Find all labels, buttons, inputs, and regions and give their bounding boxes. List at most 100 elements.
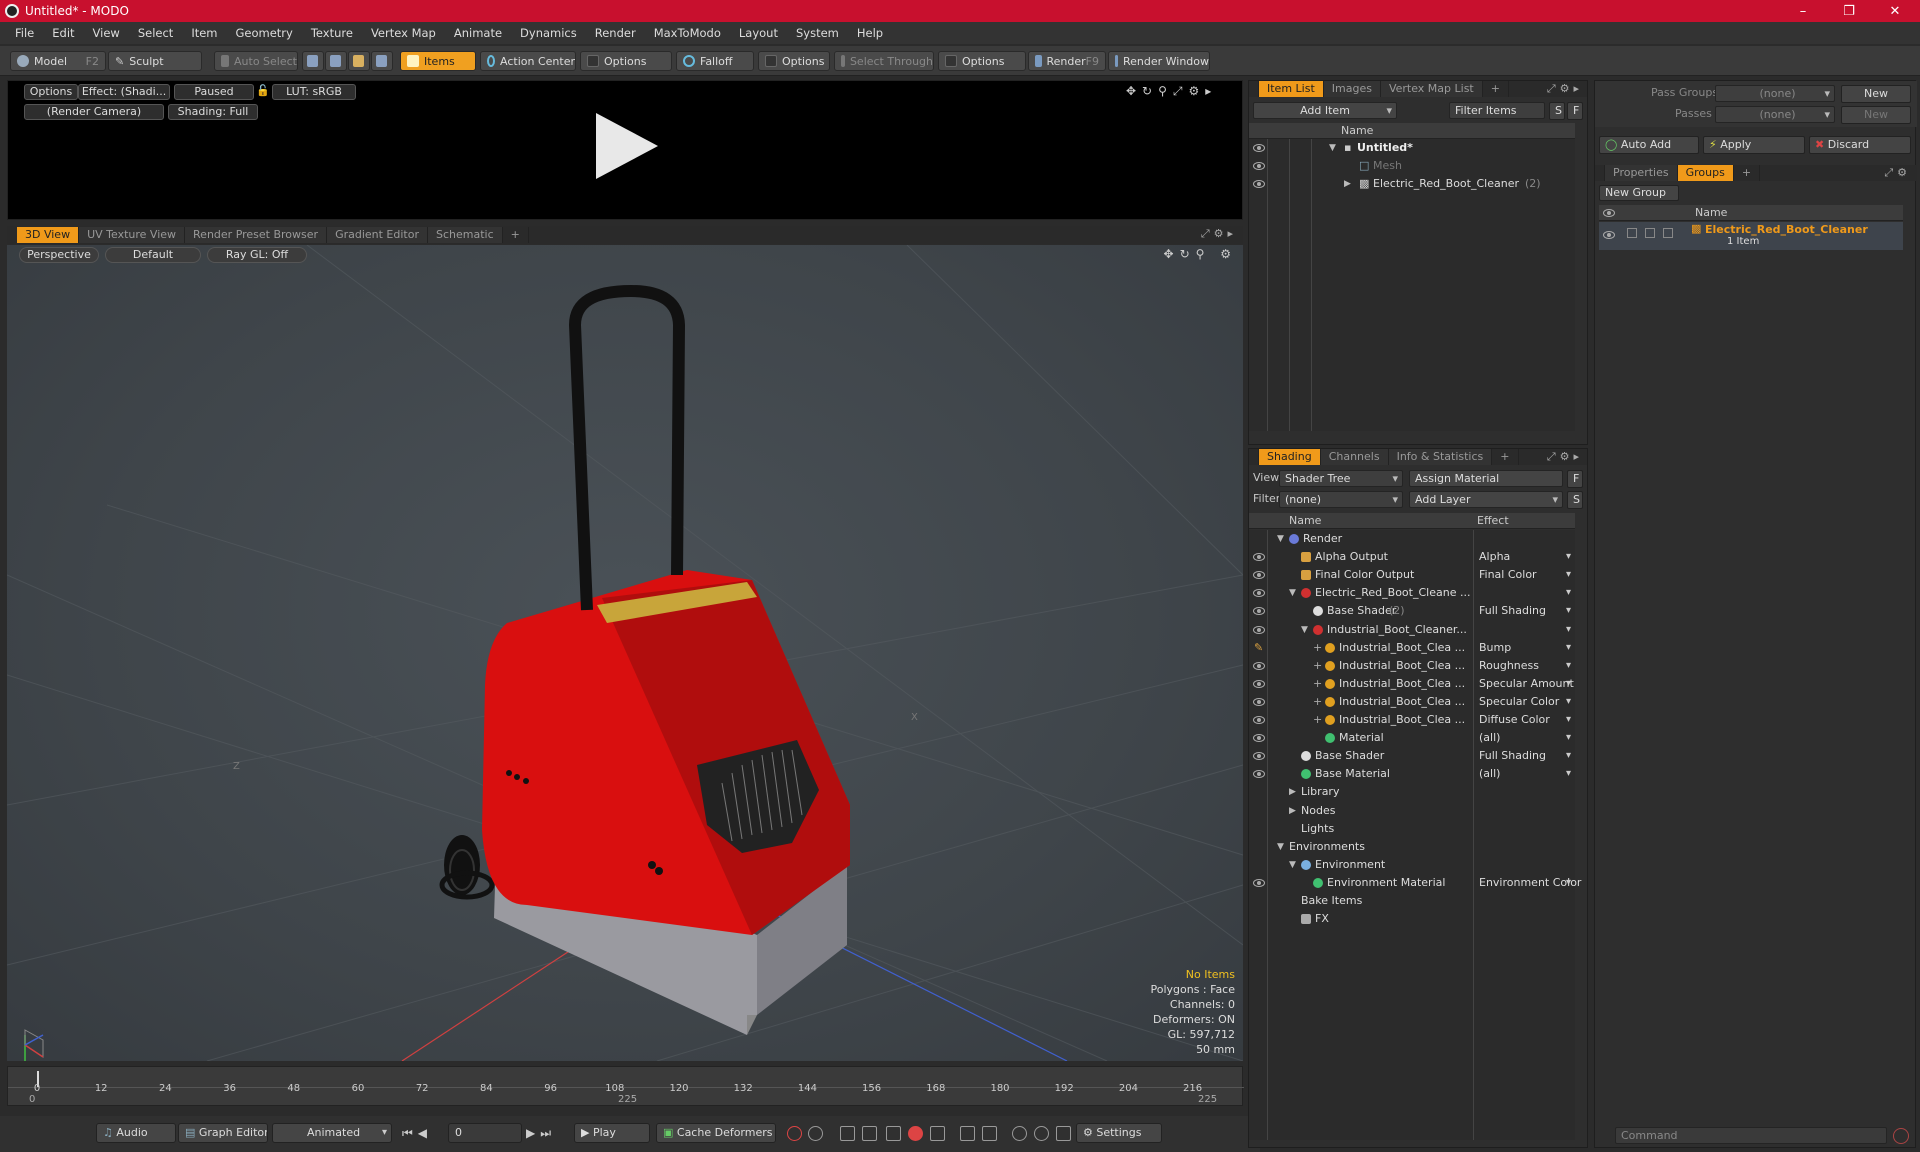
model-mode-button[interactable]: Model F2 (10, 51, 106, 71)
tab-properties[interactable]: Properties (1605, 165, 1678, 181)
menu-vertex-map[interactable]: Vertex Map (362, 26, 445, 40)
menu-geometry[interactable]: Geometry (227, 26, 302, 40)
3d-viewport[interactable]: Z X Perspective Default Ray GL: Off ✥↻⚲ … (7, 245, 1243, 1061)
shader-tree-row[interactable]: ▶ Library (1249, 783, 1575, 801)
tab-uv-texture-view[interactable]: UV Texture View (79, 227, 186, 243)
add-tab-button[interactable]: + (503, 227, 529, 243)
menu-help[interactable]: Help (848, 26, 892, 40)
eye-icon[interactable] (1253, 734, 1265, 743)
shader-tree-row[interactable]: Base Material (all) ▾ (1249, 765, 1575, 783)
shader-row-effect[interactable]: (all) (1479, 729, 1500, 747)
lock-checkbox[interactable] (1627, 228, 1637, 238)
brush-icon[interactable]: ✎ (1254, 639, 1263, 657)
add-tab-button-2[interactable]: + (1483, 81, 1509, 97)
action-center-button[interactable]: Action Center (480, 51, 576, 71)
shader-tree-row[interactable]: Alpha Output Alpha ▾ (1249, 548, 1575, 566)
shader-row-effect[interactable]: Full Shading (1479, 747, 1546, 765)
eye-icon[interactable] (1253, 770, 1265, 779)
shading-f-button[interactable]: F (1567, 470, 1583, 488)
add-tab-button-3[interactable]: + (1492, 449, 1519, 465)
viewport-nav-icons[interactable]: ✥↻⚲ ⚙ (1164, 247, 1237, 261)
pass-groups-dropdown[interactable]: (none) (1715, 85, 1835, 102)
shader-tree-row[interactable]: Final Color Output Final Color ▾ (1249, 566, 1575, 584)
shader-filter-dropdown[interactable]: (none) (1279, 491, 1403, 508)
shader-tree-row[interactable]: Base Shader (2) Full Shading ▾ (1249, 602, 1575, 620)
sync-icon[interactable] (1034, 1126, 1049, 1141)
chevron-down-icon[interactable]: ▾ (1566, 729, 1571, 747)
tab-vertex-map-list[interactable]: Vertex Map List (1380, 81, 1483, 97)
expand-arrow-icon[interactable]: ▼ (1289, 584, 1296, 602)
render-checkbox[interactable] (1663, 228, 1673, 238)
expand-arrow-icon[interactable]: ▶ (1289, 783, 1296, 801)
item-row-group[interactable]: ▶ ▩ Electric_Red_Boot_Cleaner (2) (1249, 175, 1575, 193)
maximize-button[interactable]: ❐ (1826, 0, 1872, 22)
chevron-down-icon[interactable]: ▾ (1566, 584, 1571, 602)
shader-row-effect[interactable]: Alpha (1479, 548, 1510, 566)
expand-arrow-icon[interactable]: ▼ (1301, 621, 1308, 639)
select-through-options-button[interactable]: Options (938, 51, 1026, 71)
prev-key-icon[interactable] (840, 1126, 855, 1141)
shader-tree-row[interactable]: Material (all) ▾ (1249, 729, 1575, 747)
minimize-button[interactable]: – (1780, 0, 1826, 22)
item-list-controls[interactable]: ⤢⚙▸ (1547, 82, 1583, 96)
shader-row-effect[interactable]: Specular Amount (1479, 675, 1574, 693)
vertices-mode-button[interactable] (302, 51, 324, 71)
shader-tree-row[interactable]: + Industrial_Boot_Clea ... Specular Amount… (1249, 675, 1575, 693)
shader-row-effect[interactable]: Specular Color (1479, 693, 1559, 711)
shading-s-button[interactable]: S (1567, 491, 1583, 509)
chevron-down-icon[interactable]: ▾ (1566, 621, 1571, 639)
chevron-down-icon[interactable]: ▾ (1566, 693, 1571, 711)
command-input[interactable]: Command (1615, 1127, 1887, 1144)
menu-select[interactable]: Select (129, 26, 182, 40)
shader-tree-row[interactable]: Lights (1249, 820, 1575, 838)
chevron-down-icon[interactable]: ▾ (1566, 548, 1571, 566)
chevron-down-icon[interactable]: ▾ (1566, 711, 1571, 729)
eye-icon[interactable] (1253, 679, 1265, 688)
shader-view-dropdown[interactable]: Shader Tree (1279, 470, 1403, 487)
new-group-button[interactable]: New Group (1599, 185, 1679, 201)
discard-button[interactable]: ✖ Discard (1809, 136, 1911, 154)
assign-material-button[interactable]: Assign Material (1409, 470, 1563, 487)
eye-icon[interactable] (1253, 716, 1265, 724)
auto-key-icon[interactable] (808, 1126, 823, 1141)
menu-maxtomodo[interactable]: MaxToModo (645, 26, 730, 40)
expand-arrow-icon[interactable]: ▼ (1277, 530, 1284, 548)
shader-tree-row[interactable]: ▼ Electric_Red_Boot_Cleane ... ▾ (1249, 584, 1575, 602)
record-key-icon[interactable] (787, 1126, 802, 1141)
eye-icon[interactable] (1603, 231, 1615, 239)
select-through-button[interactable]: Select Through (834, 51, 934, 71)
sculpt-mode-button[interactable]: ✎ Sculpt (108, 51, 202, 71)
shader-tree-row[interactable]: + Industrial_Boot_Clea ... Roughness ▾ (1249, 657, 1575, 675)
shader-tree-row[interactable]: + Industrial_Boot_Clea ... Specular Color ▾ (1249, 693, 1575, 711)
apply-button[interactable]: ⚡ Apply (1703, 136, 1805, 154)
eye-icon[interactable] (1253, 661, 1265, 670)
eye-icon[interactable] (1253, 878, 1265, 887)
items-mode-button[interactable]: Items (400, 51, 476, 71)
shader-tree-row[interactable]: ▼ Industrial_Boot_Cleaner... ▾ (1249, 621, 1575, 639)
render-button[interactable]: Render F9 (1028, 51, 1106, 71)
tab-images[interactable]: Images (1323, 81, 1381, 97)
chevron-down-icon[interactable]: ▾ (1566, 657, 1571, 675)
shading-dropdown[interactable]: Shading: Full (168, 104, 258, 120)
add-tab-button-4[interactable]: + (1734, 165, 1761, 181)
expand-arrow-icon[interactable]: ▼ (1329, 139, 1336, 157)
record-icon[interactable] (908, 1126, 923, 1141)
action-center-options-button[interactable]: Options (580, 51, 672, 71)
eye-icon[interactable] (1253, 162, 1265, 170)
shader-tree-row[interactable]: FX (1249, 910, 1575, 928)
tab-info-statistics[interactable]: Info & Statistics (1388, 449, 1493, 465)
jump-key-end-icon[interactable] (982, 1126, 997, 1141)
plus-icon[interactable]: + (1313, 657, 1322, 675)
shader-row-effect[interactable]: Diffuse Color (1479, 711, 1550, 729)
shader-tree-row[interactable]: ▼ Environments (1249, 838, 1575, 856)
tab-gradient-editor[interactable]: Gradient Editor (327, 227, 428, 243)
shader-tree-row[interactable]: ▼ Render (1249, 530, 1575, 548)
cache-deformers-button[interactable]: ▣ Cache Deformers (656, 1123, 776, 1143)
animated-dropdown[interactable]: Animated ▾ (272, 1123, 392, 1143)
shading-style-dropdown[interactable]: Default (105, 247, 201, 263)
lut-dropdown[interactable]: LUT: sRGB (272, 84, 356, 100)
shader-tree-row[interactable]: Base Shader Full Shading ▾ (1249, 747, 1575, 765)
add-item-dropdown[interactable]: Add Item (1253, 102, 1397, 119)
close-button[interactable]: ✕ (1872, 0, 1918, 22)
plus-icon[interactable]: + (1313, 675, 1322, 693)
